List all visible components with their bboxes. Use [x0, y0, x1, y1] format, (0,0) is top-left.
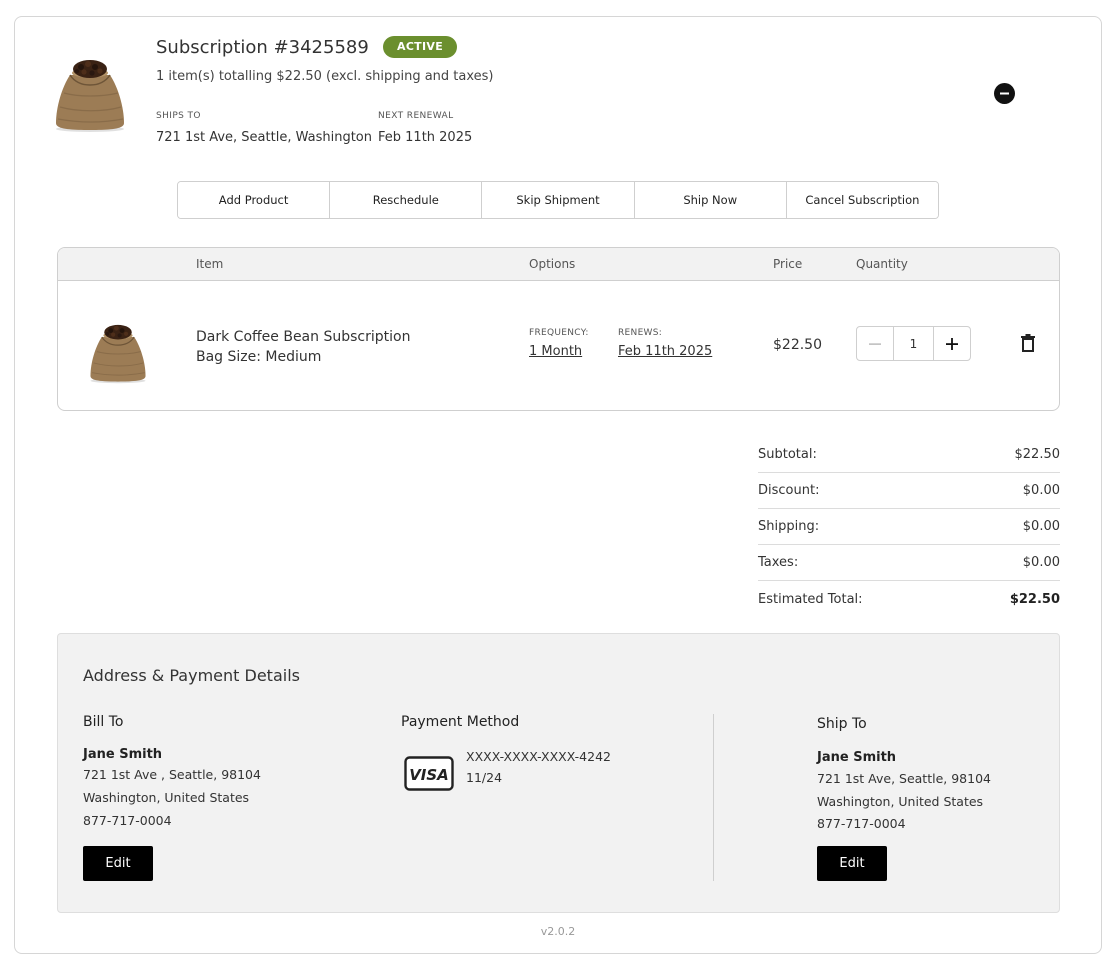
ship-to-line2: Washington, United States — [817, 794, 984, 809]
estimated-total-label: Estimated Total: — [758, 591, 863, 607]
panel-title: Address & Payment Details — [83, 666, 300, 685]
bill-to-phone: 877-717-0004 — [83, 813, 172, 828]
card-number: XXXX-XXXX-XXXX-4242 — [466, 749, 611, 764]
subscription-actions: Add Product Reschedule Skip Shipment Shi… — [177, 181, 939, 219]
subscription-card: Subscription #3425589 ACTIVE 1 item(s) t… — [14, 16, 1102, 954]
frequency-link[interactable]: 1 Month — [529, 344, 582, 359]
payment-method-title: Payment Method — [401, 714, 520, 730]
visa-text: VISA — [409, 766, 449, 784]
coffee-sack-icon — [50, 49, 130, 133]
status-badge: ACTIVE — [383, 36, 458, 58]
plus-icon — [946, 337, 958, 350]
card-expiry: 11/24 — [466, 770, 503, 785]
header-options: Options — [529, 257, 576, 271]
address-payment-panel: Address & Payment Details Bill To Jane S… — [57, 633, 1060, 913]
taxes-label: Taxes: — [758, 555, 799, 570]
shipping-label: Shipping: — [758, 519, 820, 534]
ship-to-line1: 721 1st Ave, Seattle, 98104 — [817, 771, 991, 786]
frequency-label: FREQUENCY: — [529, 328, 589, 338]
increment-button[interactable] — [933, 327, 970, 360]
estimated-total-value: $22.50 — [1009, 591, 1060, 607]
ship-now-button[interactable]: Ship Now — [634, 182, 787, 218]
quantity-input[interactable] — [894, 327, 933, 360]
shipping-row: Shipping: $0.00 — [758, 509, 1060, 545]
version-label: v2.0.2 — [540, 925, 576, 938]
ships-to-label: SHIPS TO — [156, 111, 201, 121]
trash-icon[interactable] — [1020, 333, 1036, 353]
subscription-title: Subscription #3425589 — [156, 37, 369, 58]
bill-to-line2: Washington, United States — [83, 790, 250, 805]
discount-label: Discount: — [758, 483, 820, 498]
cancel-subscription-button[interactable]: Cancel Subscription — [786, 182, 938, 218]
visa-icon: VISA — [404, 756, 454, 791]
coffee-sack-icon — [84, 316, 152, 384]
subtotal-label: Subtotal: — [758, 447, 817, 462]
minus-circle-icon[interactable] — [994, 83, 1015, 104]
discount-row: Discount: $0.00 — [758, 473, 1060, 509]
ship-to-phone: 877-717-0004 — [817, 816, 906, 831]
subscription-summary: 1 item(s) totalling $22.50 (excl. shippi… — [156, 69, 494, 84]
subtotal-value: $22.50 — [1014, 447, 1061, 462]
ship-to-edit-button[interactable]: Edit — [817, 846, 887, 881]
items-table-header: Item Options Price Quantity — [58, 248, 1059, 281]
subtotal-row: Subtotal: $22.50 — [758, 437, 1060, 473]
bill-to-name: Jane Smith — [83, 747, 163, 762]
bill-to-edit-button[interactable]: Edit — [83, 846, 153, 881]
renews-label: RENEWS: — [618, 328, 663, 338]
estimated-total-row: Estimated Total: $22.50 — [758, 581, 1060, 617]
column-divider — [713, 714, 714, 881]
taxes-value: $0.00 — [1022, 555, 1060, 570]
next-renewal-label: NEXT RENEWAL — [378, 111, 454, 121]
header-quantity: Quantity — [856, 257, 908, 271]
ship-to-title: Ship To — [817, 716, 867, 732]
header-price: Price — [773, 257, 803, 271]
discount-value: $0.00 — [1022, 483, 1060, 498]
quantity-stepper — [856, 326, 971, 361]
ship-to-name: Jane Smith — [817, 750, 897, 765]
bill-to-line1: 721 1st Ave , Seattle, 98104 — [83, 767, 261, 782]
bill-to-title: Bill To — [83, 714, 124, 730]
add-product-button[interactable]: Add Product — [178, 182, 331, 218]
header-item: Item — [196, 257, 224, 271]
taxes-row: Taxes: $0.00 — [758, 545, 1060, 581]
item-name-block: Dark Coffee Bean Subscription Bag Size: … — [196, 327, 410, 367]
item-price: $22.50 — [773, 337, 822, 353]
minus-icon — [869, 343, 881, 345]
shipping-value: $0.00 — [1022, 519, 1060, 534]
item-name: Dark Coffee Bean Subscription — [196, 329, 411, 345]
item-variant: Bag Size: Medium — [196, 349, 322, 365]
reschedule-button[interactable]: Reschedule — [330, 182, 483, 218]
ships-to-value: 721 1st Ave, Seattle, Washington — [156, 130, 372, 145]
order-totals: Subtotal: $22.50 Discount: $0.00 Shippin… — [758, 437, 1060, 617]
next-renewal-value: Feb 11th 2025 — [378, 130, 473, 145]
renews-link[interactable]: Feb 11th 2025 — [618, 344, 712, 359]
decrement-button[interactable] — [857, 327, 894, 360]
items-table: Item Options Price Quantity Dark Coffee … — [57, 247, 1060, 411]
skip-shipment-button[interactable]: Skip Shipment — [482, 182, 635, 218]
